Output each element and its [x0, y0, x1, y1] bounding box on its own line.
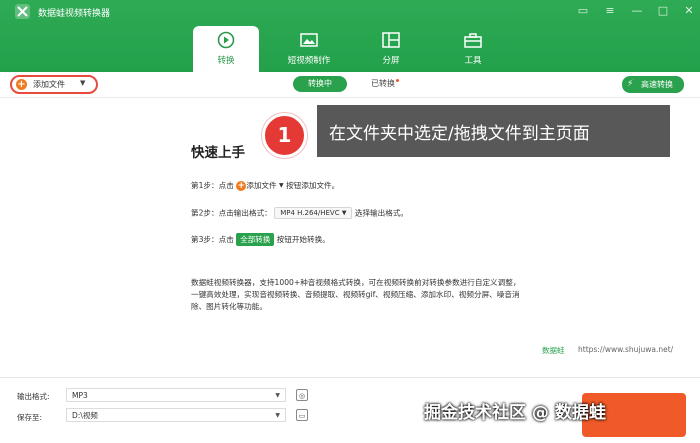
tab-short-video-label: 短视频制作 [287, 56, 331, 66]
add-file-label: 添加文件 [33, 80, 65, 89]
footer-divider [0, 377, 700, 378]
save-path-select[interactable]: D:\视频 ▼ [66, 408, 286, 422]
message-icon[interactable]: ▭ [575, 3, 591, 19]
step2-prefix: 第2步：点击输出格式： [191, 208, 272, 218]
chevron-down-icon: ▼ [275, 392, 280, 399]
title-bar: 数据蛙视频转换器 ▭ ≡ — □ ✕ 转换 短视频制作 分屏 工具 [0, 0, 700, 72]
tab-short-video[interactable]: 短视频制作 [276, 26, 342, 72]
step3-prefix: 第3步：点击 [191, 235, 234, 244]
chevron-down-icon: ▼ [275, 412, 280, 419]
app-logo-icon [15, 4, 30, 19]
tab-convert-label: 转换 [217, 56, 235, 66]
chevron-down-icon: ▼ [341, 209, 347, 217]
step1-button-label: 添加文件 [246, 181, 277, 190]
tab-split-screen-label: 分屏 [382, 56, 400, 66]
split-icon [382, 32, 400, 48]
menu-icon[interactable]: ≡ [602, 3, 618, 19]
quickstart-title: 快速上手 [191, 145, 245, 161]
fast-convert-label: 高速转换 [641, 80, 673, 89]
tab-converting[interactable]: 转换中 [293, 76, 347, 92]
output-format-select[interactable]: MP3 ▼ [66, 388, 286, 402]
tab-tools-label: 工具 [464, 56, 482, 66]
folder-icon[interactable]: ▭ [296, 409, 308, 421]
step3-suffix: 按钮开始转换。 [276, 235, 330, 244]
output-format-label: 输出格式: [17, 392, 50, 401]
format-chip: MP4 H.264/HEVC ▼ [274, 207, 353, 219]
watermark-logo: 数据蛙 [542, 346, 565, 355]
output-format-value: MP3 [72, 391, 88, 400]
tab-tools[interactable]: 工具 [440, 26, 506, 72]
step-3: 第3步：点击 全部转换 按钮开始转换。 [191, 233, 330, 246]
tab-split-screen[interactable]: 分屏 [358, 26, 424, 72]
step2-suffix: 选择输出格式。 [354, 208, 409, 218]
toolbar: + 添加文件 ▼ 转换中 已转换 [0, 72, 700, 98]
save-path-value: D:\视频 [72, 411, 98, 420]
step1-prefix: 第1步：点击 [191, 181, 234, 190]
add-file-button[interactable]: + 添加文件 ▼ [10, 75, 98, 94]
watermark-url: https://www.shujuwa.net/ [578, 345, 674, 354]
video-icon [300, 33, 318, 47]
step1-suffix: 按钮添加文件。 [286, 181, 340, 190]
step-2: 第2步：点击输出格式： MP4 H.264/HEVC ▼ 选择输出格式。 [191, 207, 408, 219]
tab-convert[interactable]: 转换 [193, 26, 259, 72]
credit-watermark: 掘金技术社区 @ 数据蛙 [424, 403, 606, 423]
format-settings-icon[interactable]: ◎ [296, 389, 308, 401]
format-chip-label: MP4 H.264/HEVC [280, 209, 340, 217]
step-number-badge: 1 [262, 113, 307, 158]
minimize-icon[interactable]: — [629, 3, 645, 19]
tab-converted[interactable]: 已转换 [358, 76, 408, 92]
close-icon[interactable]: ✕ [681, 3, 697, 19]
callout-text: 在文件夹中选定/拖拽文件到主页面 [329, 124, 590, 144]
convert-icon [217, 31, 235, 49]
callout-box: 在文件夹中选定/拖拽文件到主页面 [317, 105, 670, 157]
maximize-icon[interactable]: □ [655, 3, 671, 19]
product-description: 数据蛙视频转换器，支持1000+种音视频格式转换，可在视频转换前对转换参数进行自… [191, 278, 521, 311]
toolbox-icon [464, 33, 482, 48]
plus-icon: + [16, 79, 27, 90]
step-1: 第1步：点击 +添加文件 ▼ 按钮添加文件。 [191, 180, 339, 191]
app-title: 数据蛙视频转换器 [38, 9, 111, 19]
chevron-down-icon[interactable]: ▼ [80, 79, 85, 87]
save-to-label: 保存至: [17, 413, 43, 422]
convert-all-sample-button: 全部转换 [236, 233, 275, 246]
lightning-icon: ⚡ [627, 79, 634, 89]
add-file-plus-icon: + [236, 180, 247, 191]
chevron-down-icon: ▼ [279, 182, 284, 189]
notification-dot [396, 79, 399, 82]
fast-convert-button[interactable]: ⚡ 高速转换 [622, 76, 684, 93]
